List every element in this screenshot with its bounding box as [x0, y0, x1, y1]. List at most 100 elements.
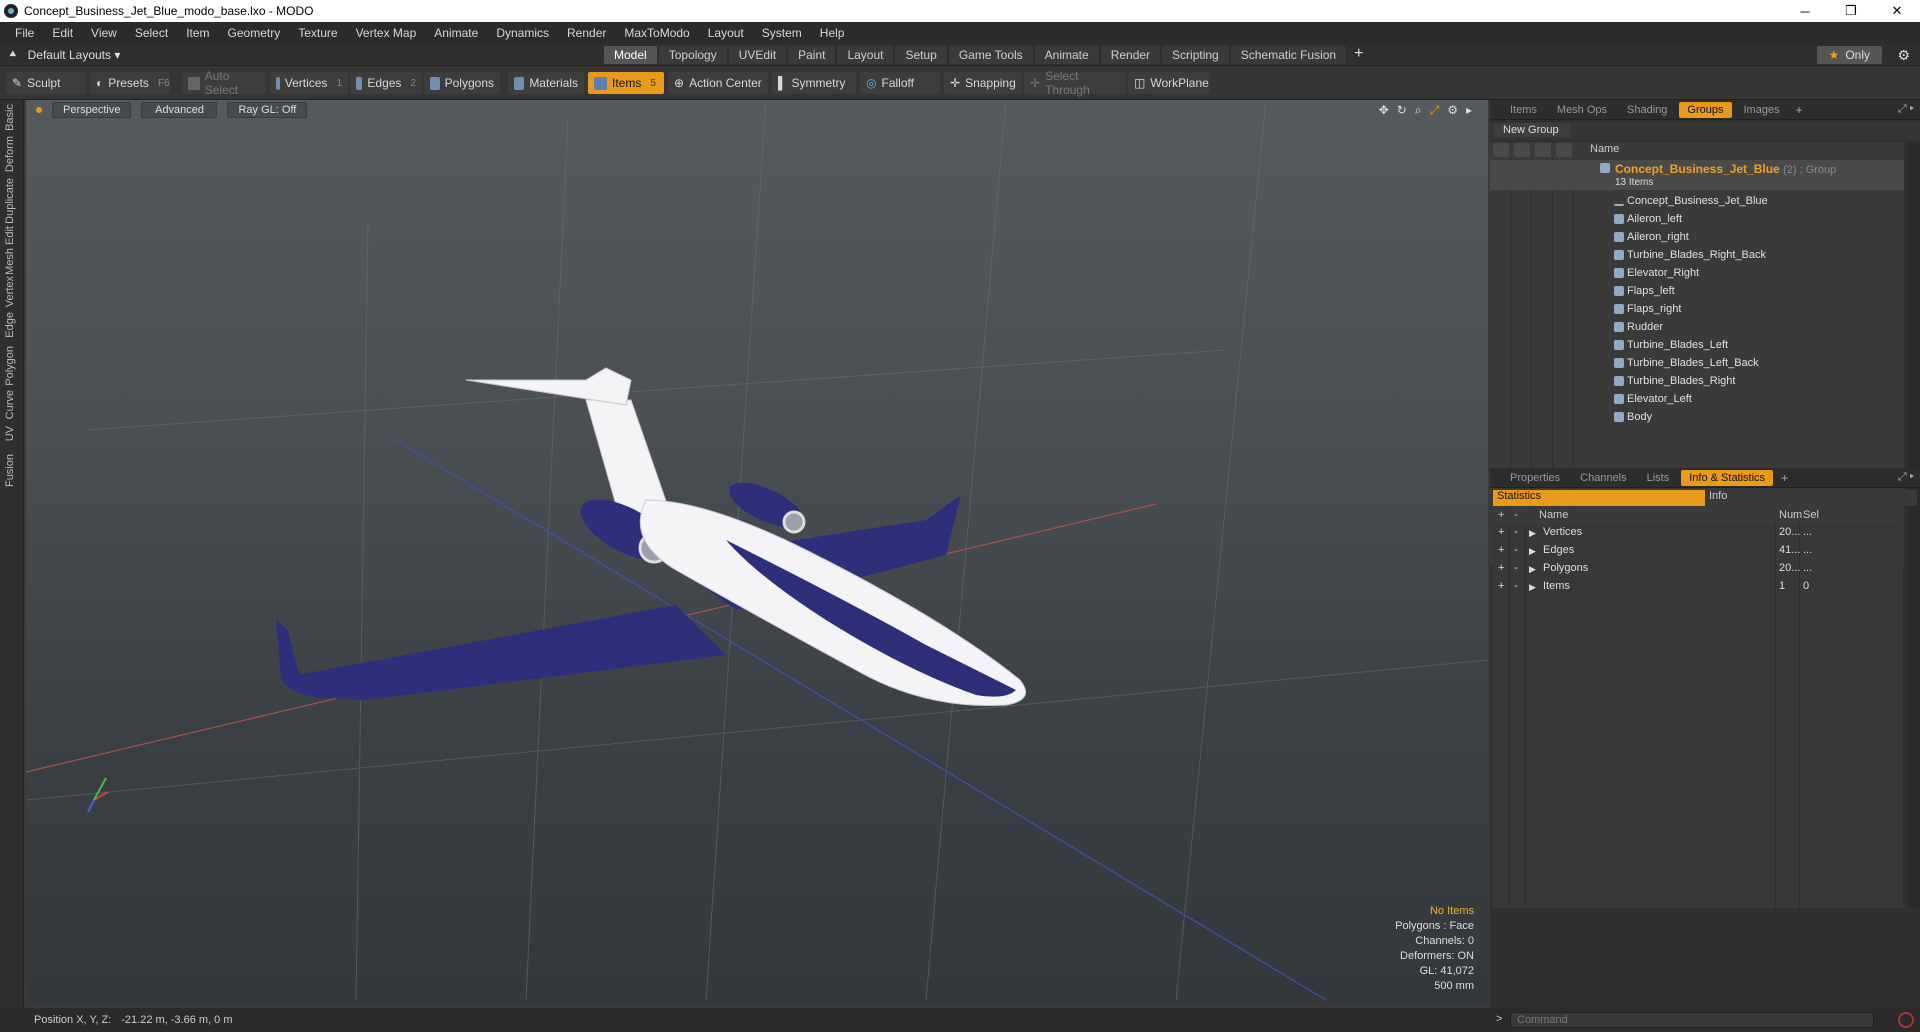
list-item[interactable]: Elevator_Right	[1490, 264, 1904, 282]
menu-maxtomodo[interactable]: MaxToModo	[615, 26, 698, 40]
symmetry-button[interactable]: ▌ Symmetry	[772, 72, 856, 94]
tab-animate[interactable]: Animate	[1034, 46, 1099, 64]
menu-render[interactable]: Render	[558, 26, 615, 40]
list-item[interactable]: Flaps_right	[1490, 300, 1904, 318]
left-tab-mesh-edit[interactable]: Mesh Edit	[4, 226, 16, 275]
visibility-column-icon[interactable]	[1493, 143, 1509, 157]
view-mode-dropdown[interactable]: Perspective	[52, 102, 132, 118]
tab-schematic-fusion[interactable]: Schematic Fusion	[1230, 46, 1347, 64]
auto-select-button[interactable]: Auto Select	[182, 69, 266, 97]
left-tab-uv[interactable]: UV	[4, 426, 16, 441]
menu-dynamics[interactable]: Dynamics	[487, 26, 558, 40]
expand-icon[interactable]: +	[1498, 526, 1504, 538]
maximize-button[interactable]: ❐	[1828, 0, 1874, 22]
top-tab-mesh-ops[interactable]: Mesh Ops	[1549, 102, 1615, 118]
layout-up-icon[interactable]: ⯅	[8, 47, 18, 62]
edges-button[interactable]: Edges 2	[350, 72, 422, 94]
top-tab-items[interactable]: Items	[1502, 102, 1545, 118]
record-icon[interactable]	[1898, 1012, 1914, 1028]
list-item[interactable]: Turbine_Blades_Right_Back	[1490, 246, 1904, 264]
left-tab-vertex[interactable]: Vertex	[4, 276, 16, 307]
workplane-button[interactable]: ◫ WorkPlane	[1128, 72, 1210, 94]
disclosure-triangle-icon[interactable]: ▶	[1529, 546, 1536, 557]
snapping-button[interactable]: ✛ Snapping	[944, 72, 1022, 94]
tab-scripting[interactable]: Scripting	[1162, 46, 1229, 64]
bottom-tab-channels[interactable]: Channels	[1572, 470, 1634, 486]
action-center-button[interactable]: ⊕ Action Center	[668, 72, 768, 94]
disclosure-triangle-icon[interactable]: ▶	[1529, 564, 1536, 575]
list-item[interactable]: Aileron_left	[1490, 210, 1904, 228]
lock-column-icon[interactable]	[1535, 143, 1551, 157]
rotate-icon[interactable]: ↻	[1397, 103, 1407, 118]
tab-model[interactable]: Model	[604, 46, 657, 64]
bottom-expand-icon[interactable]: ⤢ ▸	[1898, 471, 1914, 484]
menu-view[interactable]: View	[82, 26, 126, 40]
list-item[interactable]: Turbine_Blades_Left_Back	[1490, 354, 1904, 372]
materials-button[interactable]: Materials	[508, 72, 584, 94]
shading-dropdown[interactable]: Advanced	[141, 102, 218, 118]
collapse-icon[interactable]: -	[1514, 544, 1518, 556]
expand-icon[interactable]: +	[1498, 544, 1504, 556]
left-tab-deform[interactable]: Deform	[4, 136, 16, 172]
menu-geometry[interactable]: Geometry	[219, 26, 290, 40]
new-group-button[interactable]: New Group	[1493, 123, 1571, 137]
menu-edit[interactable]: Edit	[43, 26, 82, 40]
minimize-button[interactable]: ─	[1782, 0, 1828, 22]
list-item[interactable]: Turbine_Blades_Right	[1490, 372, 1904, 390]
left-tab-edge[interactable]: Edge	[4, 312, 16, 338]
left-tab-basic[interactable]: Basic	[4, 104, 16, 131]
bottom-tab-lists[interactable]: Lists	[1639, 470, 1678, 486]
menu-system[interactable]: System	[753, 26, 811, 40]
tab-render[interactable]: Render	[1100, 46, 1161, 64]
items-button[interactable]: Items 5	[588, 72, 664, 94]
menu-file[interactable]: File	[6, 26, 43, 40]
select-column-icon[interactable]	[1556, 143, 1572, 157]
command-input[interactable]	[1510, 1012, 1874, 1028]
collapse-all-icon[interactable]: -	[1514, 509, 1518, 521]
left-tab-fusion[interactable]: Fusion	[4, 454, 16, 487]
list-item[interactable]: Elevator_Left	[1490, 390, 1904, 408]
menu-item[interactable]: Item	[177, 26, 218, 40]
group-header-row[interactable]: Concept_Business_Jet_Blue (2) : Group 13…	[1490, 160, 1904, 190]
select-through-button[interactable]: ✛ Select Through	[1024, 69, 1126, 97]
fit-icon[interactable]: ⤢	[1430, 103, 1440, 118]
tab-topology[interactable]: Topology	[658, 46, 727, 64]
viewport-options-dot[interactable]	[36, 107, 42, 113]
top-expand-icon[interactable]: ⤢ ▸	[1898, 103, 1914, 116]
table-row[interactable]: + - ▶ Polygons 20......	[1493, 560, 1903, 578]
table-row[interactable]: + - ▶ Vertices 20......	[1493, 524, 1903, 542]
menu-vertex-map[interactable]: Vertex Map	[347, 26, 426, 40]
vertices-button[interactable]: Vertices 1	[270, 72, 348, 94]
sculpt-button[interactable]: ✎ Sculpt	[6, 72, 86, 94]
menu-select[interactable]: Select	[126, 26, 177, 40]
close-button[interactable]: ✕	[1874, 0, 1920, 22]
left-tab-duplicate[interactable]: Duplicate	[4, 178, 16, 224]
raygl-dropdown[interactable]: Ray GL: Off	[227, 102, 308, 118]
left-tab-polygon[interactable]: Polygon	[4, 346, 16, 386]
bottom-add-tab-icon[interactable]: +	[1777, 471, 1792, 485]
polygons-button[interactable]: Polygons	[424, 72, 500, 94]
bottom-tab-info-statistics[interactable]: Info & Statistics	[1681, 469, 1774, 486]
only-button[interactable]: ★ Only	[1816, 46, 1882, 64]
list-item[interactable]: Rudder	[1490, 318, 1904, 336]
collapse-icon[interactable]: -	[1514, 526, 1518, 538]
top-tab-shading[interactable]: Shading	[1619, 102, 1675, 118]
disclosure-triangle-icon[interactable]: ▶	[1529, 582, 1536, 593]
render-column-icon[interactable]	[1514, 143, 1530, 157]
list-item[interactable]: Concept_Business_Jet_Blue	[1490, 192, 1904, 210]
disclosure-triangle-icon[interactable]: ▶	[1529, 528, 1536, 539]
collapse-icon[interactable]: -	[1514, 562, 1518, 574]
list-item[interactable]: Aileron_right	[1490, 228, 1904, 246]
3d-viewport[interactable]: Perspective Advanced Ray GL: Off ✥ ↻ ⌕ ⤢…	[26, 100, 1488, 1002]
tab-game-tools[interactable]: Game Tools	[948, 46, 1033, 64]
tab-uvedit[interactable]: UVEdit	[728, 46, 787, 64]
subtab-statistics[interactable]: Statistics	[1493, 490, 1705, 506]
falloff-button[interactable]: ◎ Falloff	[860, 72, 940, 94]
subtab-info[interactable]: Info	[1705, 490, 1917, 506]
collapse-icon[interactable]: -	[1514, 580, 1518, 592]
expand-all-icon[interactable]: +	[1498, 509, 1504, 521]
gear-icon[interactable]: ⚙	[1897, 47, 1910, 64]
expand-icon[interactable]: +	[1498, 562, 1504, 574]
viewport-settings-icon[interactable]: ⚙	[1447, 103, 1458, 118]
zoom-icon[interactable]: ⌕	[1415, 103, 1422, 118]
